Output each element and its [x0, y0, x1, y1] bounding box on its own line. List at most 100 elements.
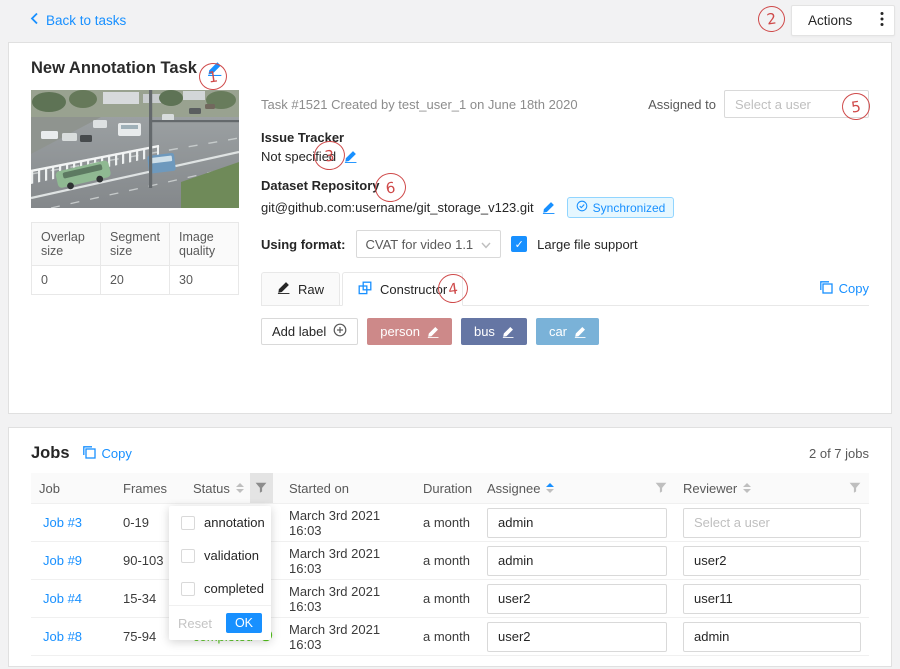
- task-preview-column: Overlap size Segment size Image quality …: [31, 90, 239, 345]
- edit-issue-tracker-icon[interactable]: [344, 150, 357, 163]
- filter-icon-assignee[interactable]: [655, 482, 667, 494]
- param-header-overlap: Overlap size: [32, 223, 101, 266]
- top-bar: Back to tasks Actions: [0, 0, 900, 42]
- filter-icon-status[interactable]: [250, 473, 273, 503]
- filter-option-label: annotation: [204, 515, 265, 530]
- assignee-input[interactable]: [487, 546, 667, 576]
- filter-option-completed[interactable]: completed: [169, 572, 271, 605]
- dataset-repository-url[interactable]: git@github.com:username/git_storage_v123…: [261, 200, 534, 215]
- assigned-to-label: Assigned to: [648, 97, 716, 112]
- cvat-task-page: { "topbar": { "back": "Back to tasks", "…: [0, 0, 900, 669]
- label-tag-person-name: person: [380, 324, 420, 339]
- col-job[interactable]: Job: [39, 481, 60, 496]
- copy-labels-button[interactable]: Copy: [819, 280, 869, 305]
- copy-icon: [819, 280, 833, 297]
- issue-tracker-value: Not specified: [261, 149, 336, 164]
- format-select-value: CVAT for video 1.1: [366, 237, 474, 252]
- filter-reset-button[interactable]: Reset: [178, 616, 212, 631]
- job-started: March 3rd 2021 16:03: [281, 580, 415, 618]
- sort-icon-reviewer[interactable]: [743, 483, 751, 493]
- check-circle-icon: [576, 200, 588, 215]
- filter-ok-button[interactable]: OK: [226, 613, 262, 633]
- jobs-count: 2 of 7 jobs: [809, 446, 869, 461]
- filter-option-validation[interactable]: validation: [169, 539, 271, 572]
- issue-tracker-label: Issue Tracker: [261, 130, 869, 145]
- copy-jobs-button[interactable]: Copy: [82, 445, 132, 462]
- param-value-overlap: 0: [32, 266, 101, 295]
- label-tag-car[interactable]: car: [536, 318, 599, 345]
- param-header-quality: Image quality: [170, 223, 239, 266]
- assignee-input[interactable]: [487, 622, 667, 652]
- param-value-segment: 20: [100, 266, 169, 295]
- checkbox-unchecked-icon[interactable]: [181, 549, 195, 563]
- edit-label-icon[interactable]: [427, 326, 439, 338]
- job-link[interactable]: Job #3: [43, 515, 82, 530]
- plus-circle-icon: [333, 323, 347, 340]
- chevron-down-icon: [481, 237, 491, 252]
- tab-constructor[interactable]: Constructor: [342, 272, 463, 306]
- reviewer-input[interactable]: [683, 622, 861, 652]
- job-link[interactable]: Job #9: [43, 553, 82, 568]
- job-started: March 3rd 2021 16:03: [281, 504, 415, 542]
- reviewer-input[interactable]: [683, 584, 861, 614]
- checkbox-unchecked-icon[interactable]: [181, 516, 195, 530]
- job-duration: a month: [415, 618, 479, 656]
- labels-tabs-bar: Raw Constructor Copy: [261, 272, 869, 306]
- label-tag-person[interactable]: person: [367, 318, 452, 345]
- col-frames[interactable]: Frames: [123, 481, 167, 496]
- job-row: Job #9 90-103 March 3rd 2021 16:03 a mon…: [31, 542, 869, 580]
- tab-raw-label: Raw: [298, 282, 324, 297]
- reviewer-input[interactable]: [683, 508, 861, 538]
- add-label-button[interactable]: Add label: [261, 318, 358, 345]
- large-file-support-checkbox[interactable]: ✓: [511, 236, 527, 252]
- job-link[interactable]: Job #4: [43, 591, 82, 606]
- param-header-segment: Segment size: [100, 223, 169, 266]
- col-status[interactable]: Status: [193, 481, 230, 496]
- edit-repository-icon[interactable]: [542, 201, 555, 214]
- copy-icon: [82, 445, 96, 462]
- filter-option-annotation[interactable]: annotation: [169, 506, 271, 539]
- col-started[interactable]: Started on: [289, 481, 349, 496]
- tab-raw[interactable]: Raw: [261, 272, 340, 306]
- sync-status-badge: Synchronized: [567, 197, 675, 218]
- format-select[interactable]: CVAT for video 1.1: [356, 230, 502, 258]
- edit-label-icon[interactable]: [574, 326, 586, 338]
- assignee-input[interactable]: [487, 508, 667, 538]
- label-tag-bus-name: bus: [474, 324, 495, 339]
- pencil-icon: [277, 281, 290, 297]
- block-icon: [358, 281, 372, 298]
- sync-status-label: Synchronized: [593, 201, 666, 215]
- large-file-support-label: Large file support: [537, 237, 637, 252]
- copy-labels-label: Copy: [839, 281, 869, 296]
- assigned-to-input[interactable]: [724, 90, 869, 118]
- job-row: Job #3 0-19 March 3rd 2021 16:03 a month: [31, 504, 869, 542]
- chevron-left-icon: [30, 12, 39, 28]
- col-assignee[interactable]: Assignee: [487, 481, 540, 496]
- job-duration: a month: [415, 580, 479, 618]
- col-reviewer[interactable]: Reviewer: [683, 481, 737, 496]
- actions-label: Actions: [808, 13, 852, 28]
- sort-icon-assignee[interactable]: [546, 483, 554, 493]
- back-to-tasks-label: Back to tasks: [46, 13, 126, 28]
- job-duration: a month: [415, 504, 479, 542]
- col-duration[interactable]: Duration: [423, 481, 472, 496]
- jobs-title: Jobs: [31, 444, 70, 463]
- checkbox-unchecked-icon[interactable]: [181, 582, 195, 596]
- edit-title-icon[interactable]: [207, 61, 222, 76]
- filter-option-label: validation: [204, 548, 259, 563]
- sort-icon-status[interactable]: [236, 483, 244, 493]
- add-label-text: Add label: [272, 324, 326, 339]
- task-parameters-table: Overlap size Segment size Image quality …: [31, 222, 239, 295]
- filter-icon-reviewer[interactable]: [849, 482, 861, 494]
- labels-constructor: Add label person bus: [261, 306, 869, 345]
- edit-label-icon[interactable]: [502, 326, 514, 338]
- actions-button[interactable]: Actions: [791, 5, 895, 36]
- back-to-tasks-link[interactable]: Back to tasks: [30, 12, 126, 28]
- assignee-input[interactable]: [487, 584, 667, 614]
- task-preview-image: [31, 90, 239, 208]
- reviewer-input[interactable]: [683, 546, 861, 576]
- job-started: March 3rd 2021 16:03: [281, 542, 415, 580]
- filter-option-label: completed: [204, 581, 264, 596]
- job-link[interactable]: Job #8: [43, 629, 82, 644]
- label-tag-bus[interactable]: bus: [461, 318, 527, 345]
